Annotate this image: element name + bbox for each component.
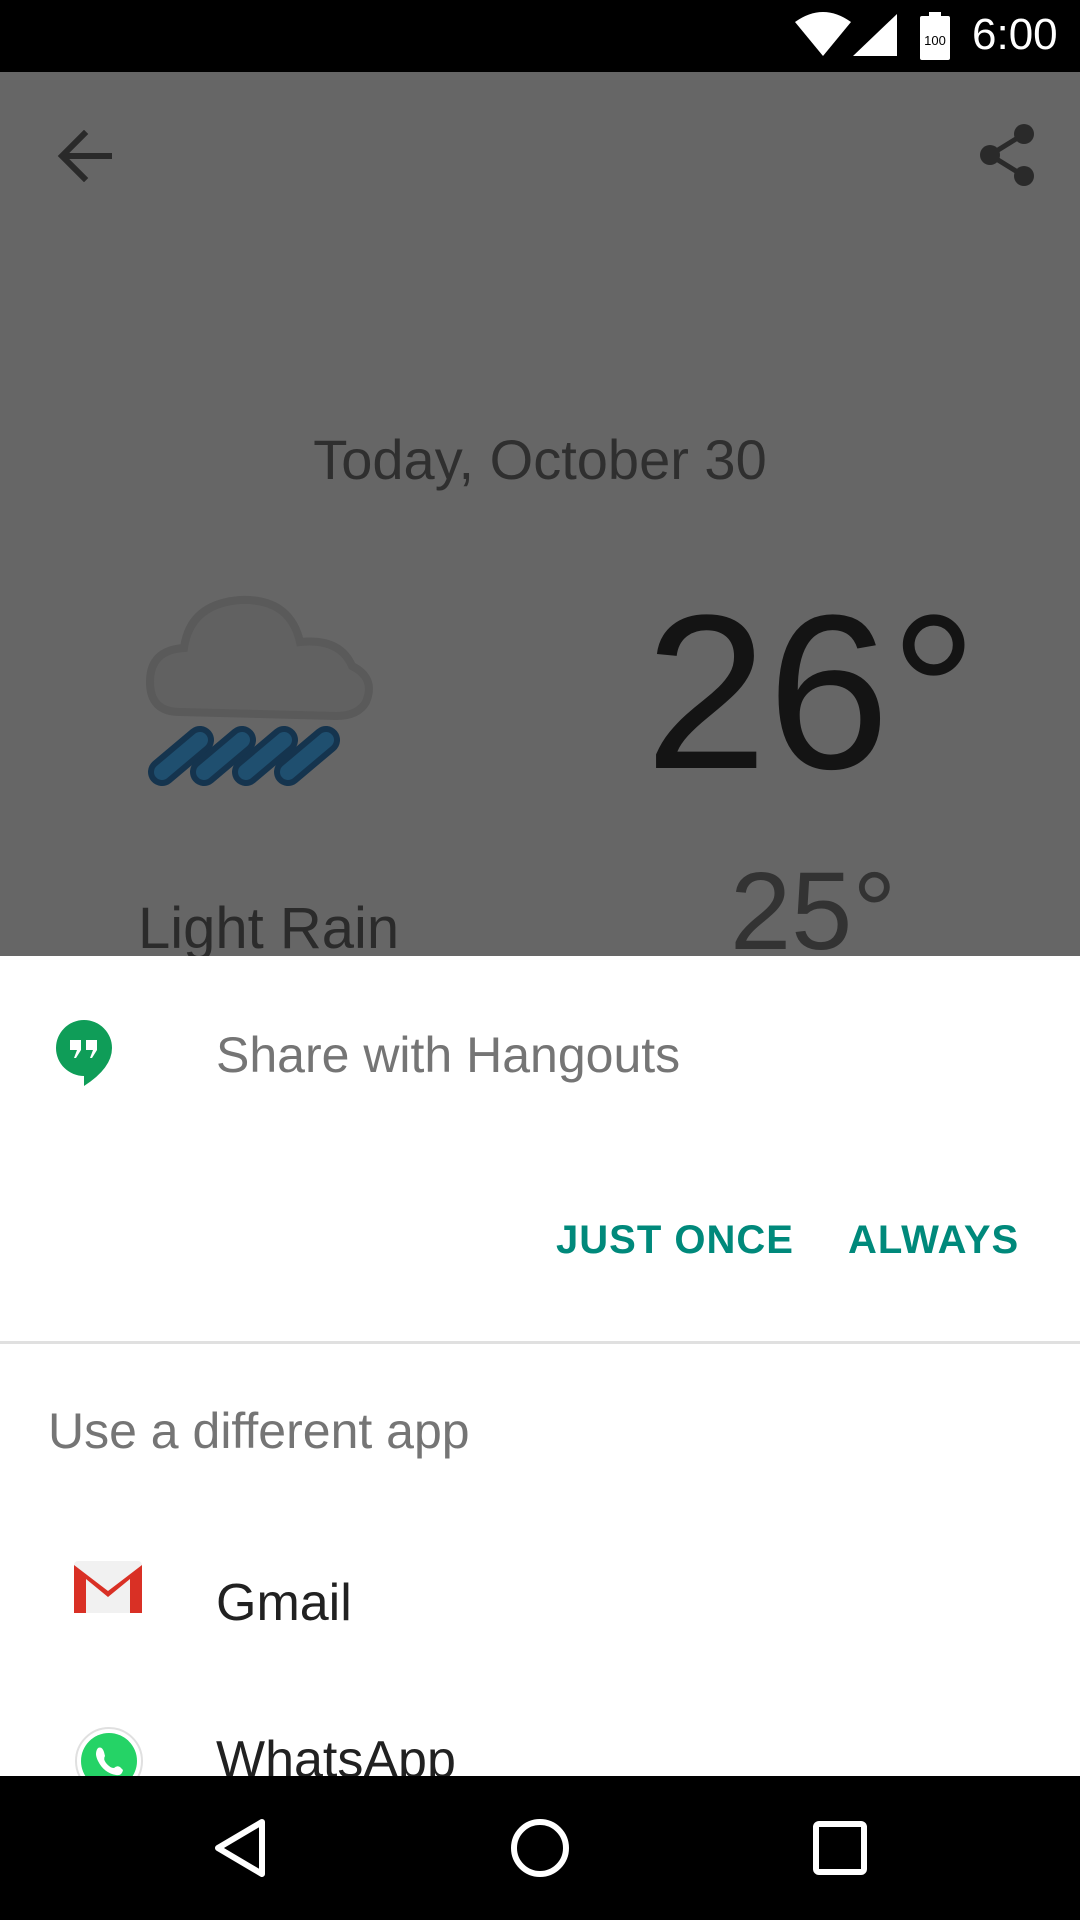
app-option-label: WhatsApp [216, 1731, 456, 1776]
high-temperature: 26° [645, 569, 978, 815]
hangouts-icon [56, 1020, 112, 1086]
battery-level: 100 [924, 33, 946, 48]
share-with-title: Share with Hangouts [216, 1027, 681, 1083]
navigation-bar [0, 1776, 1080, 1920]
share-bottom-sheet: Share with Hangouts JUST ONCE ALWAYS Use… [0, 956, 1080, 1776]
app-option-gmail[interactable]: Gmail [0, 1511, 1080, 1661]
always-button[interactable]: ALWAYS [848, 1218, 1019, 1263]
weather-condition: Light Rain [138, 896, 400, 957]
nav-recents-icon[interactable] [812, 1820, 868, 1876]
whatsapp-icon [75, 1727, 143, 1776]
signal-icon [853, 14, 897, 56]
battery-icon: 100 [920, 12, 950, 60]
divider [0, 1341, 1080, 1344]
status-bar: 100 6:00 [0, 0, 1080, 72]
nav-back-icon[interactable] [210, 1816, 270, 1880]
weather-detail-screen: Today, October 30 26° 25° Light Rain [0, 72, 1080, 956]
rain-cloud-icon [145, 595, 373, 786]
wifi-icon [795, 12, 851, 56]
share-icon[interactable] [978, 122, 1038, 188]
default-app-row: Share with Hangouts [0, 956, 1080, 1156]
back-arrow-icon[interactable] [56, 130, 112, 182]
status-time: 6:00 [972, 10, 1058, 59]
nav-home-icon[interactable] [510, 1816, 570, 1880]
app-option-label: Gmail [216, 1574, 352, 1632]
gmail-icon [74, 1561, 142, 1613]
just-once-button[interactable]: JUST ONCE [556, 1218, 794, 1263]
forecast-date: Today, October 30 [313, 428, 767, 491]
low-temperature: 25° [730, 850, 897, 957]
different-app-heading: Use a different app [48, 1403, 470, 1459]
app-option-whatsapp[interactable]: WhatsApp [0, 1726, 1080, 1776]
